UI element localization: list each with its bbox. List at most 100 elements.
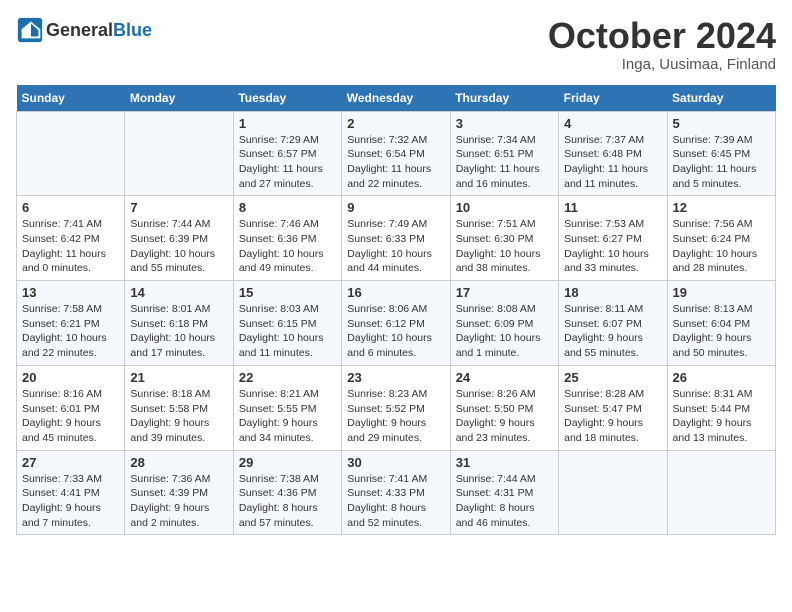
day-info: Sunrise: 8:06 AM Sunset: 6:12 PM Dayligh… — [347, 302, 444, 361]
logo-text-general: General — [46, 20, 113, 40]
day-info: Sunrise: 8:01 AM Sunset: 6:18 PM Dayligh… — [130, 302, 227, 361]
calendar-cell — [17, 111, 125, 196]
day-info: Sunrise: 7:34 AM Sunset: 6:51 PM Dayligh… — [456, 133, 553, 192]
calendar-cell: 21Sunrise: 8:18 AM Sunset: 5:58 PM Dayli… — [125, 365, 233, 450]
calendar-cell: 24 Sunrise: 8:26 AM Sunset: 5:50 PM Dayli… — [450, 365, 558, 450]
weekday-header-sunday: Sunday — [17, 85, 125, 112]
calendar-cell: 11 Sunrise: 7:53 AM Sunset: 6:27 PM Dayli… — [559, 196, 667, 281]
calendar-cell: 13Sunrise: 7:58 AM Sunset: 6:21 PM Dayli… — [17, 281, 125, 366]
calendar-cell: 14 Sunrise: 8:01 AM Sunset: 6:18 PM Dayli… — [125, 281, 233, 366]
calendar-cell: 5 Sunrise: 7:39 AM Sunset: 6:45 PM Daylig… — [667, 111, 775, 196]
day-number: 2 — [347, 116, 444, 131]
day-info: Sunrise: 8:11 AM Sunset: 6:07 PM Dayligh… — [564, 302, 661, 361]
calendar-week-row: 20Sunrise: 8:16 AM Sunset: 6:01 PM Dayli… — [17, 365, 776, 450]
calendar-cell: 26Sunrise: 8:31 AM Sunset: 5:44 PM Dayli… — [667, 365, 775, 450]
calendar-week-row: 6Sunrise: 7:41 AM Sunset: 6:42 PM Daylig… — [17, 196, 776, 281]
day-info: Sunrise: 8:28 AM Sunset: 5:47 PM Dayligh… — [564, 387, 661, 446]
calendar-cell: 22 Sunrise: 8:21 AM Sunset: 5:55 PM Dayli… — [233, 365, 341, 450]
day-number: 16 — [347, 285, 444, 300]
day-number: 4 — [564, 116, 661, 131]
calendar-cell: 10 Sunrise: 7:51 AM Sunset: 6:30 PM Dayli… — [450, 196, 558, 281]
day-number: 21 — [130, 370, 227, 385]
calendar-cell: 17 Sunrise: 8:08 AM Sunset: 6:09 PM Dayli… — [450, 281, 558, 366]
day-info: Sunrise: 7:37 AM Sunset: 6:48 PM Dayligh… — [564, 133, 661, 192]
calendar-cell: 16 Sunrise: 8:06 AM Sunset: 6:12 PM Dayli… — [342, 281, 450, 366]
day-info: Sunrise: 8:16 AM Sunset: 6:01 PM Dayligh… — [22, 387, 119, 446]
day-info: Sunrise: 8:23 AM Sunset: 5:52 PM Dayligh… — [347, 387, 444, 446]
day-info: Sunrise: 8:21 AM Sunset: 5:55 PM Dayligh… — [239, 387, 336, 446]
day-info: Sunrise: 7:29 AM Sunset: 6:57 PM Dayligh… — [239, 133, 336, 192]
day-number: 15 — [239, 285, 336, 300]
day-number: 12 — [673, 200, 770, 215]
calendar-week-row: 27Sunrise: 7:33 AM Sunset: 4:41 PM Dayli… — [17, 450, 776, 535]
calendar-cell: 12 Sunrise: 7:56 AM Sunset: 6:24 PM Dayli… — [667, 196, 775, 281]
calendar-cell — [125, 111, 233, 196]
weekday-header-friday: Friday — [559, 85, 667, 112]
day-number: 9 — [347, 200, 444, 215]
day-number: 19 — [673, 285, 770, 300]
day-number: 13 — [22, 285, 119, 300]
calendar-cell: 25Sunrise: 8:28 AM Sunset: 5:47 PM Dayli… — [559, 365, 667, 450]
day-number: 23 — [347, 370, 444, 385]
day-number: 22 — [239, 370, 336, 385]
calendar-cell: 15 Sunrise: 8:03 AM Sunset: 6:15 PM Dayli… — [233, 281, 341, 366]
day-number: 17 — [456, 285, 553, 300]
calendar-cell — [559, 450, 667, 535]
calendar-table: SundayMondayTuesdayWednesdayThursdayFrid… — [16, 85, 776, 536]
calendar-cell: 19 Sunrise: 8:13 AM Sunset: 6:04 PM Dayli… — [667, 281, 775, 366]
calendar-cell: 31 Sunrise: 7:44 AM Sunset: 4:31 PM Dayli… — [450, 450, 558, 535]
calendar-cell: 30Sunrise: 7:41 AM Sunset: 4:33 PM Dayli… — [342, 450, 450, 535]
day-number: 18 — [564, 285, 661, 300]
day-info: Sunrise: 8:13 AM Sunset: 6:04 PM Dayligh… — [673, 302, 770, 361]
day-number: 24 — [456, 370, 553, 385]
day-info: Sunrise: 7:51 AM Sunset: 6:30 PM Dayligh… — [456, 217, 553, 276]
weekday-header-tuesday: Tuesday — [233, 85, 341, 112]
day-info: Sunrise: 7:56 AM Sunset: 6:24 PM Dayligh… — [673, 217, 770, 276]
title-block: October 2024 Inga, Uusimaa, Finland — [548, 16, 776, 73]
page-header: GeneralBlue October 2024 Inga, Uusimaa, … — [16, 16, 776, 73]
weekday-header-thursday: Thursday — [450, 85, 558, 112]
day-info: Sunrise: 7:53 AM Sunset: 6:27 PM Dayligh… — [564, 217, 661, 276]
calendar-cell: 18 Sunrise: 8:11 AM Sunset: 6:07 PM Dayli… — [559, 281, 667, 366]
logo: GeneralBlue — [16, 16, 152, 44]
day-info: Sunrise: 8:08 AM Sunset: 6:09 PM Dayligh… — [456, 302, 553, 361]
weekday-header-row: SundayMondayTuesdayWednesdayThursdayFrid… — [17, 85, 776, 112]
logo-text-blue: Blue — [113, 20, 152, 40]
calendar-week-row: 13Sunrise: 7:58 AM Sunset: 6:21 PM Dayli… — [17, 281, 776, 366]
calendar-cell: 4 Sunrise: 7:37 AM Sunset: 6:48 PM Daylig… — [559, 111, 667, 196]
day-info: Sunrise: 7:32 AM Sunset: 6:54 PM Dayligh… — [347, 133, 444, 192]
day-number: 11 — [564, 200, 661, 215]
day-info: Sunrise: 7:39 AM Sunset: 6:45 PM Dayligh… — [673, 133, 770, 192]
day-info: Sunrise: 8:03 AM Sunset: 6:15 PM Dayligh… — [239, 302, 336, 361]
calendar-cell — [667, 450, 775, 535]
day-number: 5 — [673, 116, 770, 131]
day-info: Sunrise: 8:31 AM Sunset: 5:44 PM Dayligh… — [673, 387, 770, 446]
page-subtitle: Inga, Uusimaa, Finland — [548, 56, 776, 73]
calendar-cell: 1Sunrise: 7:29 AM Sunset: 6:57 PM Daylig… — [233, 111, 341, 196]
weekday-header-monday: Monday — [125, 85, 233, 112]
day-number: 29 — [239, 455, 336, 470]
day-info: Sunrise: 7:49 AM Sunset: 6:33 PM Dayligh… — [347, 217, 444, 276]
day-number: 7 — [130, 200, 227, 215]
calendar-cell: 20Sunrise: 8:16 AM Sunset: 6:01 PM Dayli… — [17, 365, 125, 450]
day-number: 27 — [22, 455, 119, 470]
weekday-header-wednesday: Wednesday — [342, 85, 450, 112]
calendar-cell: 28Sunrise: 7:36 AM Sunset: 4:39 PM Dayli… — [125, 450, 233, 535]
day-info: Sunrise: 7:44 AM Sunset: 6:39 PM Dayligh… — [130, 217, 227, 276]
calendar-cell: 23 Sunrise: 8:23 AM Sunset: 5:52 PM Dayli… — [342, 365, 450, 450]
day-info: Sunrise: 7:44 AM Sunset: 4:31 PM Dayligh… — [456, 472, 553, 531]
day-number: 3 — [456, 116, 553, 131]
calendar-cell: 2 Sunrise: 7:32 AM Sunset: 6:54 PM Daylig… — [342, 111, 450, 196]
weekday-header-saturday: Saturday — [667, 85, 775, 112]
day-info: Sunrise: 7:46 AM Sunset: 6:36 PM Dayligh… — [239, 217, 336, 276]
day-number: 31 — [456, 455, 553, 470]
day-number: 10 — [456, 200, 553, 215]
day-info: Sunrise: 7:38 AM Sunset: 4:36 PM Dayligh… — [239, 472, 336, 531]
calendar-cell: 27Sunrise: 7:33 AM Sunset: 4:41 PM Dayli… — [17, 450, 125, 535]
day-number: 6 — [22, 200, 119, 215]
day-info: Sunrise: 8:26 AM Sunset: 5:50 PM Dayligh… — [456, 387, 553, 446]
day-number: 14 — [130, 285, 227, 300]
calendar-cell: 8 Sunrise: 7:46 AM Sunset: 6:36 PM Daylig… — [233, 196, 341, 281]
calendar-cell: 29 Sunrise: 7:38 AM Sunset: 4:36 PM Dayli… — [233, 450, 341, 535]
day-number: 8 — [239, 200, 336, 215]
